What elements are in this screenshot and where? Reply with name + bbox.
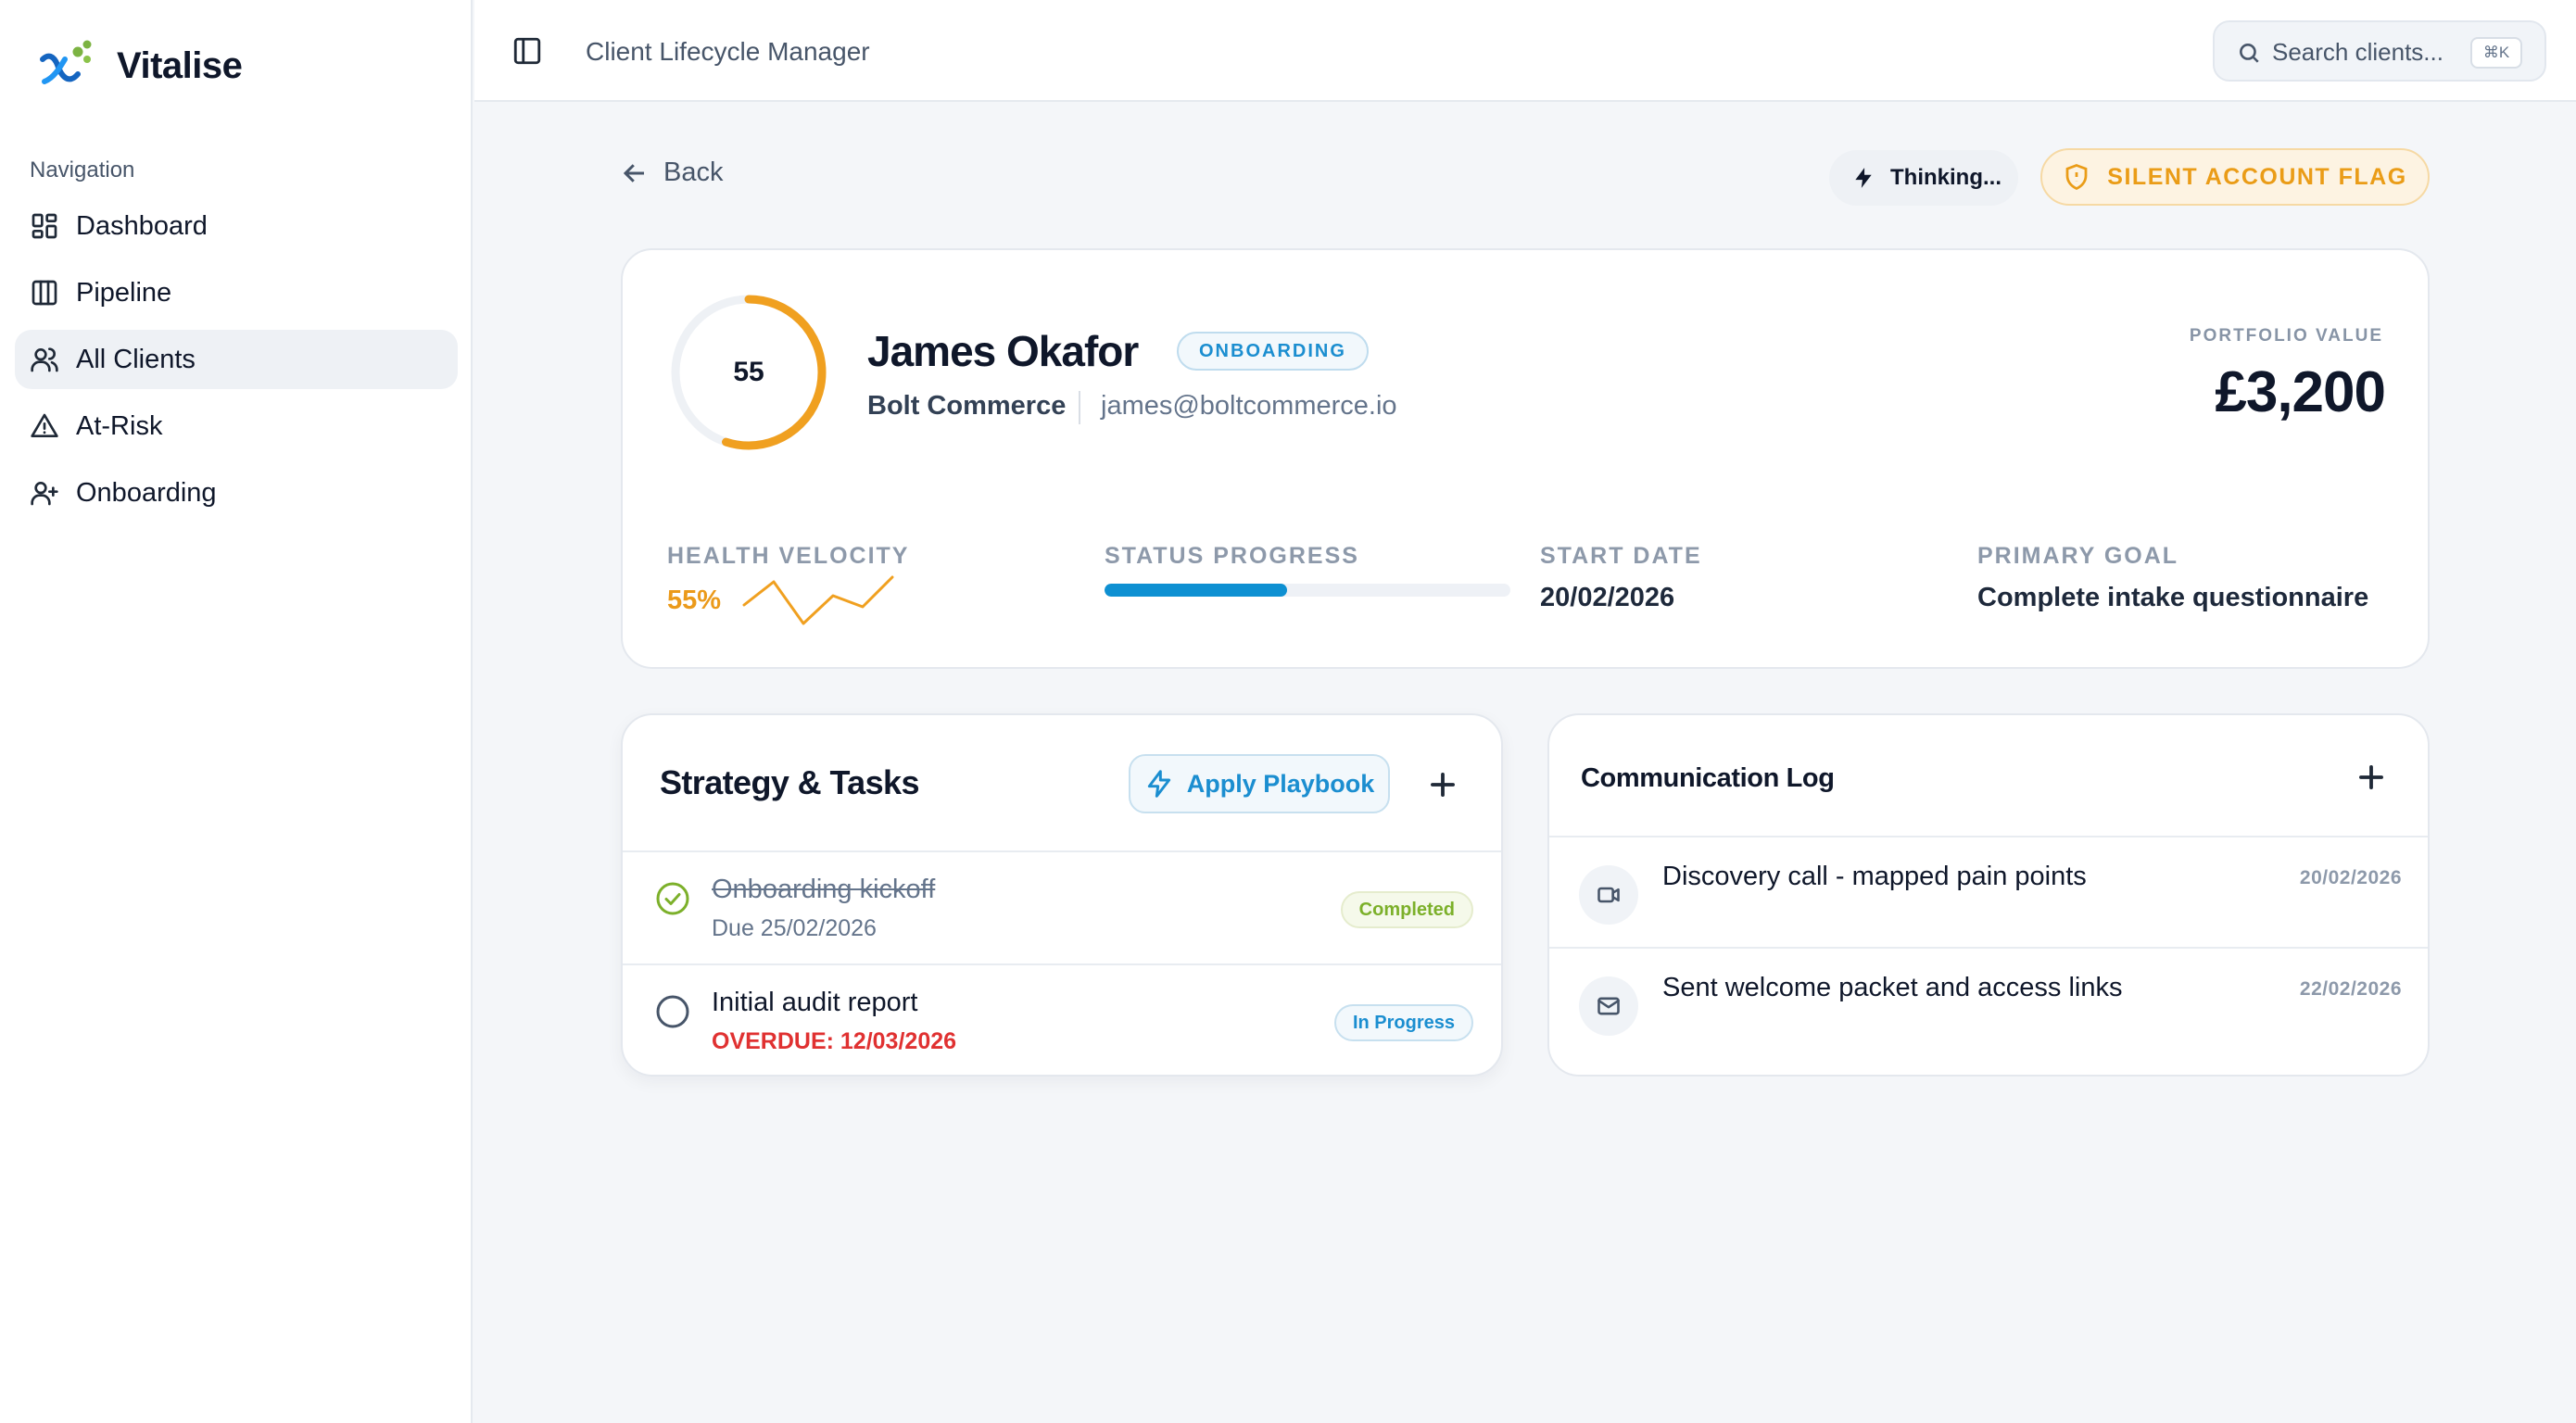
health-score-value: 55 — [733, 357, 764, 387]
sidebar-toggle-button[interactable] — [511, 35, 543, 67]
circle-icon — [656, 995, 689, 1028]
task-row[interactable]: Initial audit report OVERDUE: 12/03/2026… — [623, 965, 1501, 1075]
sidebar: Vitalise Navigation Dashboard Pipeline A… — [0, 0, 473, 1423]
sidebar-item-at-risk[interactable]: At-Risk — [15, 397, 458, 456]
task-row[interactable]: Onboarding kickoff Due 25/02/2026 Comple… — [623, 852, 1501, 963]
sidebar-item-onboarding[interactable]: Onboarding — [15, 463, 458, 523]
divider — [1079, 391, 1080, 424]
sidebar-item-label: Pipeline — [76, 277, 172, 308]
search-input[interactable] — [2272, 35, 2457, 69]
communication-log-item[interactable]: Discovery call - mapped pain points 20/0… — [1549, 837, 2428, 947]
task-due-date: Due 25/02/2026 — [712, 915, 877, 941]
start-date-value: 20/02/2026 — [1540, 583, 1675, 612]
sidebar-item-label: All Clients — [76, 344, 196, 374]
task-status-badge: Completed — [1340, 891, 1473, 928]
sidebar-nav: Dashboard Pipeline All Clients At-Risk O… — [15, 196, 458, 530]
health-velocity-value: 55% — [667, 586, 722, 615]
add-task-button[interactable] — [1425, 767, 1460, 802]
sidebar-item-label: At-Risk — [76, 410, 163, 441]
health-velocity-label: HEALTH VELOCITY — [667, 543, 910, 569]
sidebar-item-label: Dashboard — [76, 210, 208, 241]
shield-alert-icon — [2065, 164, 2088, 191]
log-entry-date: 22/02/2026 — [2299, 978, 2402, 1000]
apply-playbook-label: Apply Playbook — [1186, 769, 1375, 798]
communication-log-card: Communication Log Discovery call - mappe… — [1547, 713, 2430, 1077]
keyboard-shortcut-hint: ⌘K — [2470, 37, 2522, 69]
start-date-metric: START DATE 20/02/2026 — [1540, 543, 1702, 613]
sidebar-item-dashboard[interactable]: Dashboard — [15, 196, 458, 256]
thinking-label: Thinking... — [1890, 165, 2001, 190]
primary-goal-value: Complete intake questionnaire — [1977, 583, 2369, 612]
log-icon-badge — [1579, 865, 1638, 925]
users-icon — [31, 347, 58, 372]
primary-goal-label: PRIMARY GOAL — [1977, 543, 2179, 569]
check-circle-icon — [656, 882, 689, 915]
user-plus-icon — [31, 482, 58, 506]
columns-icon — [32, 280, 57, 306]
sidebar-item-label: Onboarding — [76, 477, 217, 508]
client-name: James Okafor — [867, 327, 1139, 375]
portfolio-value: £3,200 — [2215, 360, 2386, 424]
task-status-badge: In Progress — [1333, 1004, 1473, 1041]
task-title: Initial audit report — [712, 988, 918, 1017]
task-complete-checkbox[interactable] — [654, 880, 691, 917]
client-company: Bolt Commerce — [867, 391, 1067, 421]
brand-name: Vitalise — [117, 45, 243, 86]
plus-icon — [2359, 765, 2383, 789]
stage-badge: ONBOARDING — [1177, 332, 1369, 371]
status-progress-fill — [1105, 584, 1288, 597]
mail-icon — [1597, 997, 1620, 1015]
nav-heading: Navigation — [30, 157, 135, 183]
primary-goal-metric: PRIMARY GOAL Complete intake questionnai… — [1977, 543, 2368, 613]
log-entry-date: 20/02/2026 — [2299, 867, 2402, 888]
dashboard-icon — [32, 213, 57, 239]
client-email[interactable]: james@boltcommerce.io — [1101, 391, 1397, 422]
panel-left-icon — [513, 37, 541, 65]
communication-log-item[interactable]: Sent welcome packet and access links 22/… — [1549, 949, 2428, 1058]
thinking-indicator: Thinking... — [1829, 150, 2018, 206]
vitalise-logo-icon — [35, 33, 96, 99]
search-box[interactable]: ⌘K — [2213, 20, 2546, 82]
tasks-title: Strategy & Tasks — [660, 763, 919, 801]
log-entry-text: Sent welcome packet and access links — [1662, 973, 2123, 1002]
client-summary-card: 55 James Okafor ONBOARDING Bolt Commerce… — [621, 248, 2430, 669]
status-progress-metric: STATUS PROGRESS — [1105, 543, 1359, 570]
silent-account-flag-button[interactable]: SILENT ACCOUNT FLAG — [2040, 148, 2430, 206]
start-date-label: START DATE — [1540, 543, 1702, 569]
lightning-icon — [1855, 168, 1872, 188]
strategy-tasks-card: Strategy & Tasks Apply Playbook Onboardi… — [621, 713, 1503, 1077]
video-icon — [1597, 887, 1620, 903]
task-due-date: OVERDUE: 12/03/2026 — [712, 1028, 957, 1054]
portfolio-value-label: PORTFOLIO VALUE — [2189, 326, 2383, 346]
plus-icon — [1431, 773, 1455, 797]
page-title: Client Lifecycle Manager — [586, 37, 870, 66]
brand[interactable]: Vitalise — [35, 33, 243, 99]
lightning-icon — [1147, 770, 1170, 798]
communication-log-title: Communication Log — [1581, 763, 1835, 793]
add-communication-button[interactable] — [2354, 760, 2389, 795]
arrow-left-icon — [623, 163, 644, 183]
health-velocity-metric: HEALTH VELOCITY — [667, 543, 909, 570]
back-label: Back — [663, 157, 724, 187]
sidebar-item-all-clients[interactable]: All Clients — [15, 330, 458, 389]
search-icon — [2237, 41, 2261, 65]
task-checkbox[interactable] — [654, 993, 691, 1030]
task-title: Onboarding kickoff — [712, 875, 936, 904]
apply-playbook-button[interactable]: Apply Playbook — [1129, 754, 1390, 813]
health-velocity-sparkline — [742, 575, 894, 625]
warning-icon — [31, 413, 58, 437]
status-progress-label: STATUS PROGRESS — [1105, 543, 1359, 569]
top-bar: Client Lifecycle Manager ⌘K — [474, 0, 2576, 102]
status-progress-bar — [1105, 584, 1510, 597]
back-button[interactable]: Back — [621, 157, 723, 188]
sidebar-item-pipeline[interactable]: Pipeline — [15, 263, 458, 322]
log-entry-text: Discovery call - mapped pain points — [1662, 862, 2087, 891]
log-icon-badge — [1579, 976, 1638, 1036]
flag-label: SILENT ACCOUNT FLAG — [2107, 163, 2407, 190]
